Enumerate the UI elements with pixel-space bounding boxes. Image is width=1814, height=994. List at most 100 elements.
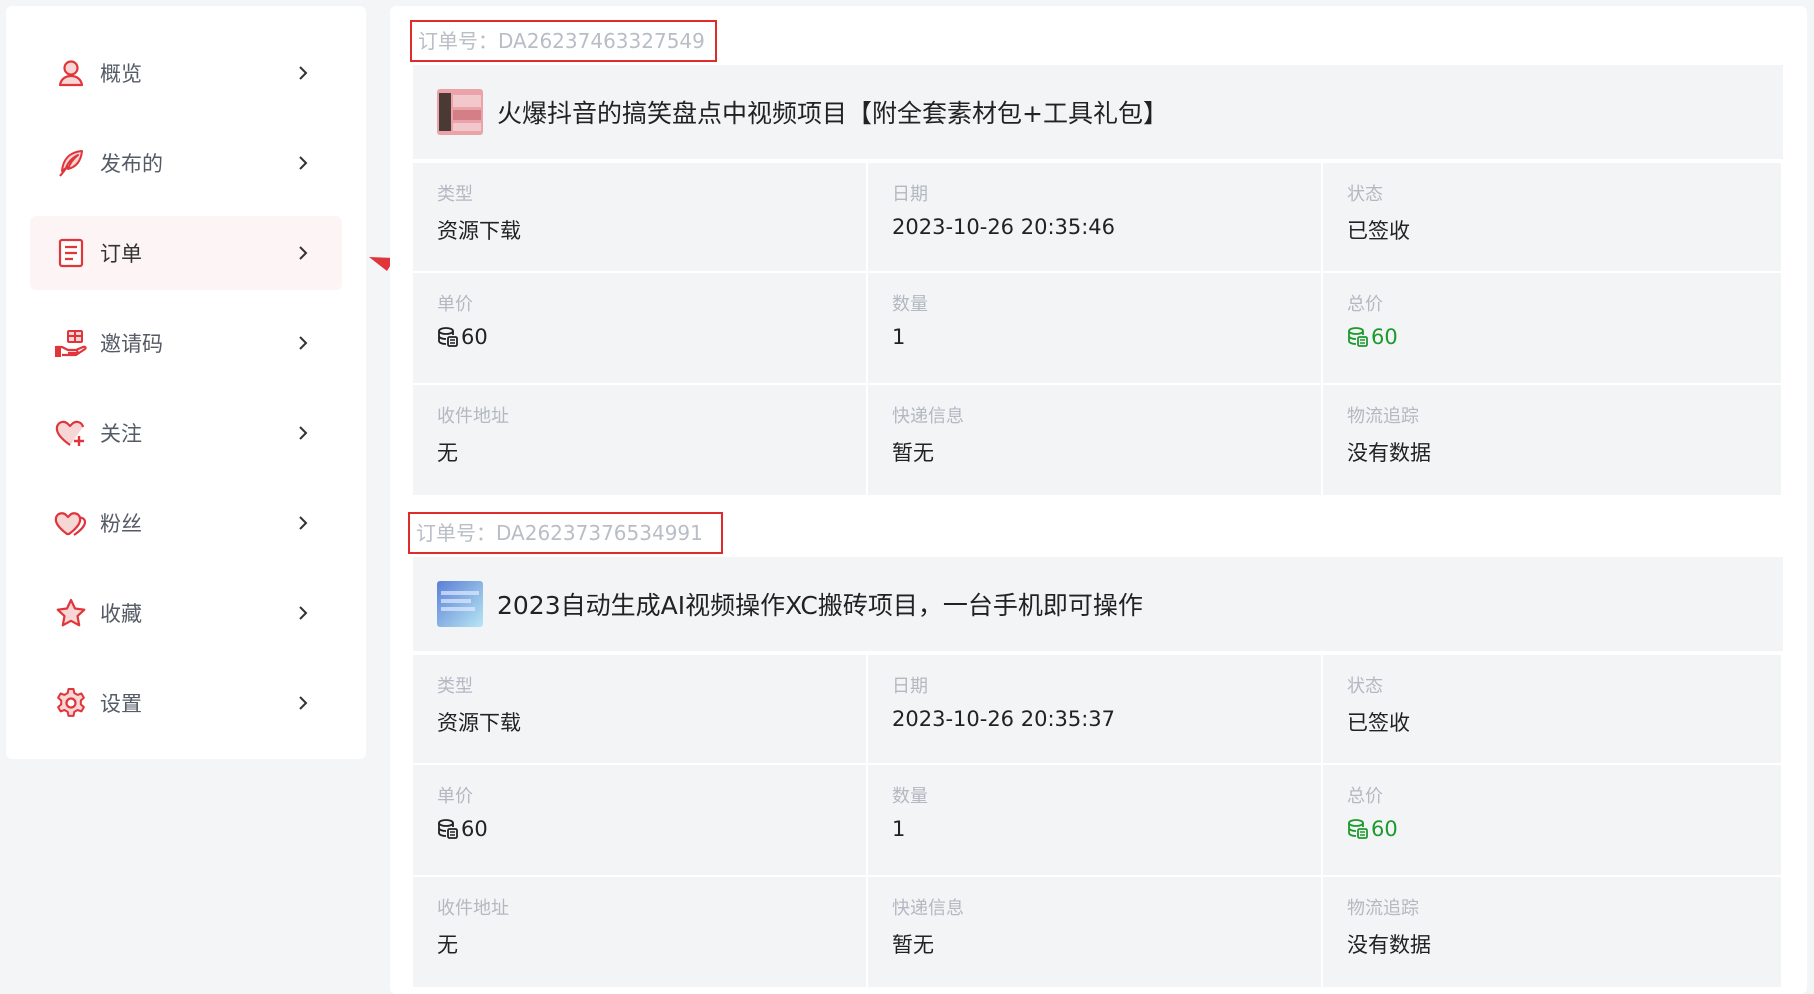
gift-hand-icon bbox=[54, 326, 88, 360]
detail-label: 单价 bbox=[437, 294, 473, 315]
sidebar-item-overview[interactable]: 概览 bbox=[30, 36, 342, 110]
detail-unit-price: 单价 60 bbox=[413, 273, 868, 385]
unit-price-amount: 60 bbox=[461, 817, 488, 841]
sidebar-item-favorites[interactable]: 收藏 bbox=[30, 576, 342, 650]
detail-value: 已签收 bbox=[1347, 219, 1410, 243]
detail-value: 暂无 bbox=[892, 441, 934, 465]
detail-type: 类型 资源下载 bbox=[413, 163, 868, 273]
detail-value: 没有数据 bbox=[1347, 441, 1431, 465]
detail-date: 日期 2023-10-26 20:35:37 bbox=[868, 655, 1323, 765]
detail-value: 没有数据 bbox=[1347, 933, 1431, 957]
detail-label: 数量 bbox=[892, 786, 928, 807]
coins-icon bbox=[438, 327, 458, 347]
detail-value: 无 bbox=[437, 441, 458, 465]
document-icon bbox=[54, 236, 88, 270]
chevron-right-icon bbox=[288, 65, 318, 81]
detail-label: 日期 bbox=[892, 676, 928, 697]
sidebar-item-label: 关注 bbox=[100, 422, 142, 446]
user-icon bbox=[54, 56, 88, 90]
sidebar-item-fans[interactable]: 粉丝 bbox=[30, 486, 342, 560]
chevron-right-icon bbox=[288, 335, 318, 351]
detail-value: 已签收 bbox=[1347, 711, 1410, 735]
detail-date: 日期 2023-10-26 20:35:46 bbox=[868, 163, 1323, 273]
sidebar-item-published[interactable]: 发布的 bbox=[30, 126, 342, 200]
sidebar-item-label: 发布的 bbox=[100, 152, 163, 176]
detail-label: 总价 bbox=[1347, 294, 1383, 315]
detail-label: 快递信息 bbox=[892, 898, 964, 919]
detail-value: 2023-10-26 20:35:46 bbox=[892, 215, 1116, 239]
chevron-right-icon bbox=[288, 605, 318, 621]
hearts-icon bbox=[54, 506, 88, 540]
detail-label: 总价 bbox=[1347, 786, 1383, 807]
detail-label: 物流追踪 bbox=[1347, 898, 1419, 919]
detail-value: 无 bbox=[437, 933, 458, 957]
order-number: 订单号：DA26237376534991 bbox=[408, 512, 723, 554]
sidebar-item-label: 订单 bbox=[100, 242, 142, 266]
detail-label: 类型 bbox=[437, 676, 473, 697]
product-thumbnail bbox=[437, 89, 483, 135]
detail-value: 60 bbox=[1347, 325, 1781, 349]
detail-shipping: 快递信息 暂无 bbox=[868, 877, 1323, 989]
detail-label: 类型 bbox=[437, 184, 473, 205]
detail-label: 单价 bbox=[437, 786, 473, 807]
detail-label: 收件地址 bbox=[437, 406, 509, 427]
detail-label: 日期 bbox=[892, 184, 928, 205]
chevron-right-icon bbox=[288, 245, 318, 261]
detail-quantity: 数量 1 bbox=[868, 765, 1323, 877]
detail-value: 60 bbox=[437, 325, 866, 349]
product-thumbnail bbox=[437, 581, 483, 627]
chevron-right-icon bbox=[288, 695, 318, 711]
order-title-row[interactable]: 2023自动生成AI视频操作XC搬砖项目，一台手机即可操作 bbox=[413, 557, 1783, 651]
sidebar-item-label: 概览 bbox=[100, 62, 142, 86]
sidebar-item-label: 设置 bbox=[100, 692, 142, 716]
detail-value: 1 bbox=[892, 817, 906, 841]
sidebar-item-label: 粉丝 bbox=[100, 512, 142, 536]
order-details: 类型 资源下载 日期 2023-10-26 20:35:37 状态 已签收 单价… bbox=[413, 655, 1783, 989]
order-card: 2023自动生成AI视频操作XC搬砖项目，一台手机即可操作 类型 资源下载 日期… bbox=[413, 557, 1783, 989]
chevron-right-icon bbox=[288, 425, 318, 441]
detail-unit-price: 单价 60 bbox=[413, 765, 868, 877]
detail-shipping: 快递信息 暂无 bbox=[868, 385, 1323, 497]
sidebar-item-orders[interactable]: 订单 bbox=[30, 216, 342, 290]
detail-label: 物流追踪 bbox=[1347, 406, 1419, 427]
detail-status: 状态 已签收 bbox=[1323, 163, 1783, 273]
order-details: 类型 资源下载 日期 2023-10-26 20:35:46 状态 已签收 单价… bbox=[413, 163, 1783, 497]
chevron-right-icon bbox=[288, 515, 318, 531]
detail-total-price: 总价 60 bbox=[1323, 765, 1783, 877]
coins-icon bbox=[438, 819, 458, 839]
gear-icon bbox=[54, 686, 88, 720]
order-title[interactable]: 火爆抖音的搞笑盘点中视频项目【附全套素材包+工具礼包】 bbox=[497, 94, 1168, 130]
coins-icon bbox=[1348, 327, 1368, 347]
detail-value: 60 bbox=[1347, 817, 1781, 841]
sidebar-item-following[interactable]: 关注 bbox=[30, 396, 342, 470]
sidebar: 概览 发布的 订单 邀请码 关注 粉丝 收藏 设置 bbox=[6, 6, 366, 759]
sidebar-item-label: 收藏 bbox=[100, 602, 142, 626]
sidebar-item-label: 邀请码 bbox=[100, 332, 163, 356]
sidebar-item-invite-code[interactable]: 邀请码 bbox=[30, 306, 342, 380]
detail-value: 资源下载 bbox=[437, 711, 521, 735]
total-price-amount: 60 bbox=[1371, 817, 1398, 841]
order-title-row[interactable]: 火爆抖音的搞笑盘点中视频项目【附全套素材包+工具礼包】 bbox=[413, 65, 1783, 159]
detail-value: 资源下载 bbox=[437, 219, 521, 243]
detail-label: 快递信息 bbox=[892, 406, 964, 427]
total-price-amount: 60 bbox=[1371, 325, 1398, 349]
detail-label: 状态 bbox=[1347, 676, 1383, 697]
detail-label: 收件地址 bbox=[437, 898, 509, 919]
order-title[interactable]: 2023自动生成AI视频操作XC搬砖项目，一台手机即可操作 bbox=[497, 586, 1143, 622]
detail-label: 数量 bbox=[892, 294, 928, 315]
chevron-right-icon bbox=[288, 155, 318, 171]
detail-value: 暂无 bbox=[892, 933, 934, 957]
order-card: 火爆抖音的搞笑盘点中视频项目【附全套素材包+工具礼包】 类型 资源下载 日期 2… bbox=[413, 65, 1783, 497]
heart-plus-icon bbox=[54, 416, 88, 450]
detail-quantity: 数量 1 bbox=[868, 273, 1323, 385]
detail-value: 2023-10-26 20:35:37 bbox=[892, 707, 1116, 731]
detail-total-price: 总价 60 bbox=[1323, 273, 1783, 385]
detail-tracking: 物流追踪 没有数据 bbox=[1323, 877, 1783, 989]
detail-value: 60 bbox=[437, 817, 866, 841]
detail-address: 收件地址 无 bbox=[413, 385, 868, 497]
detail-address: 收件地址 无 bbox=[413, 877, 868, 989]
order-number: 订单号：DA26237463327549 bbox=[410, 20, 717, 62]
coins-icon bbox=[1348, 819, 1368, 839]
sidebar-item-settings[interactable]: 设置 bbox=[30, 666, 342, 740]
detail-type: 类型 资源下载 bbox=[413, 655, 868, 765]
